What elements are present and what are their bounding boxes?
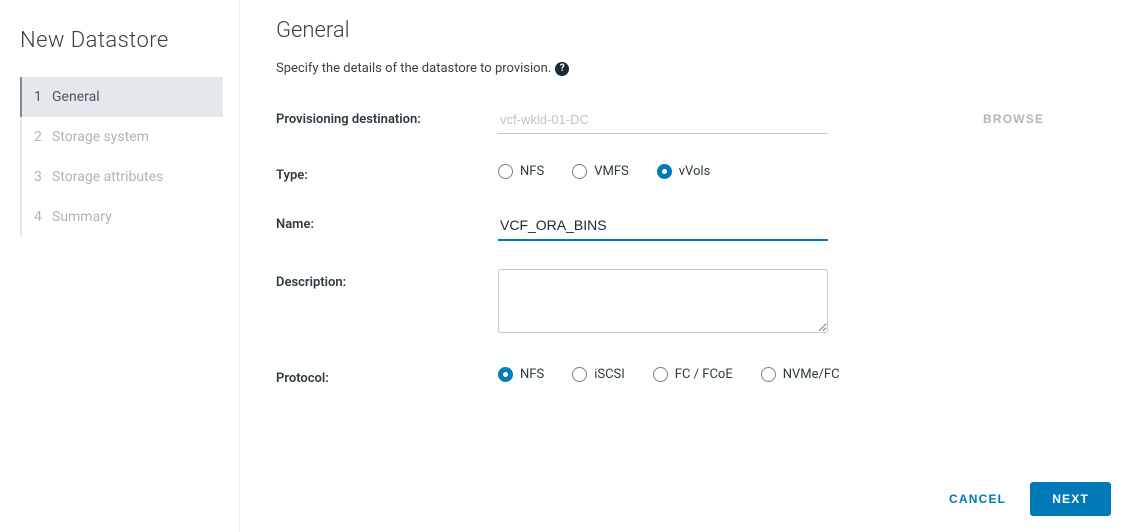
- protocol-option-nfs[interactable]: NFS: [498, 367, 544, 382]
- step-label: Storage attributes: [52, 169, 163, 185]
- wizard-footer: CANCEL NEXT: [943, 482, 1111, 516]
- protocol-label: Protocol:: [276, 365, 486, 386]
- radio-label: VMFS: [594, 164, 629, 179]
- radio-icon: [498, 164, 513, 179]
- radio-icon: [653, 367, 668, 382]
- page-subtext-text: Specify the details of the datastore to …: [276, 61, 551, 76]
- radio-label: iSCSI: [594, 367, 625, 382]
- type-radio-group: NFS VMFS vVols: [498, 162, 971, 179]
- radio-icon: [657, 164, 672, 179]
- wizard-title: New Datastore: [0, 18, 239, 77]
- help-icon[interactable]: ?: [555, 62, 569, 76]
- step-number: 4: [34, 209, 44, 225]
- wizard-steps: 1 General 2 Storage system 3 Storage att…: [20, 77, 223, 237]
- step-storage-attributes[interactable]: 3 Storage attributes: [20, 157, 223, 197]
- page-subtext: Specify the details of the datastore to …: [276, 61, 1103, 76]
- step-label: Summary: [52, 209, 112, 225]
- step-number: 1: [34, 89, 44, 105]
- destination-input[interactable]: [498, 106, 828, 134]
- next-button[interactable]: NEXT: [1030, 482, 1111, 516]
- step-label: Storage system: [52, 129, 149, 145]
- radio-icon: [498, 367, 513, 382]
- radio-label: vVols: [679, 164, 711, 179]
- step-summary[interactable]: 4 Summary: [20, 197, 223, 237]
- step-number: 2: [34, 129, 44, 145]
- step-storage-system[interactable]: 2 Storage system: [20, 117, 223, 157]
- wizard-sidebar: New Datastore 1 General 2 Storage system…: [0, 0, 240, 532]
- browse-button[interactable]: BROWSE: [983, 106, 1103, 126]
- step-number: 3: [34, 169, 44, 185]
- radio-icon: [572, 367, 587, 382]
- description-label: Description:: [276, 269, 486, 290]
- protocol-option-fc-fcoe[interactable]: FC / FCoE: [653, 367, 733, 382]
- radio-icon: [572, 164, 587, 179]
- description-textarea[interactable]: [498, 269, 828, 333]
- type-label: Type:: [276, 162, 486, 183]
- radio-label: NFS: [520, 164, 544, 179]
- type-option-vmfs[interactable]: VMFS: [572, 164, 629, 179]
- cancel-button[interactable]: CANCEL: [943, 484, 1012, 514]
- protocol-option-iscsi[interactable]: iSCSI: [572, 367, 625, 382]
- radio-icon: [761, 367, 776, 382]
- main-panel: General Specify the details of the datas…: [240, 0, 1139, 532]
- name-input[interactable]: [498, 211, 828, 241]
- destination-label: Provisioning destination:: [276, 106, 486, 127]
- type-option-vvols[interactable]: vVols: [657, 164, 711, 179]
- radio-label: FC / FCoE: [675, 367, 733, 382]
- step-label: General: [52, 89, 100, 105]
- protocol-radio-group: NFS iSCSI FC / FCoE NVMe/FC: [498, 365, 971, 382]
- radio-label: NFS: [520, 367, 544, 382]
- type-option-nfs[interactable]: NFS: [498, 164, 544, 179]
- step-general[interactable]: 1 General: [20, 77, 223, 117]
- radio-label: NVMe/FC: [783, 367, 840, 382]
- page-heading: General: [276, 18, 1103, 43]
- name-label: Name:: [276, 211, 486, 232]
- general-form: Provisioning destination: BROWSE Type: N…: [276, 106, 1103, 386]
- protocol-option-nvmefc[interactable]: NVMe/FC: [761, 367, 840, 382]
